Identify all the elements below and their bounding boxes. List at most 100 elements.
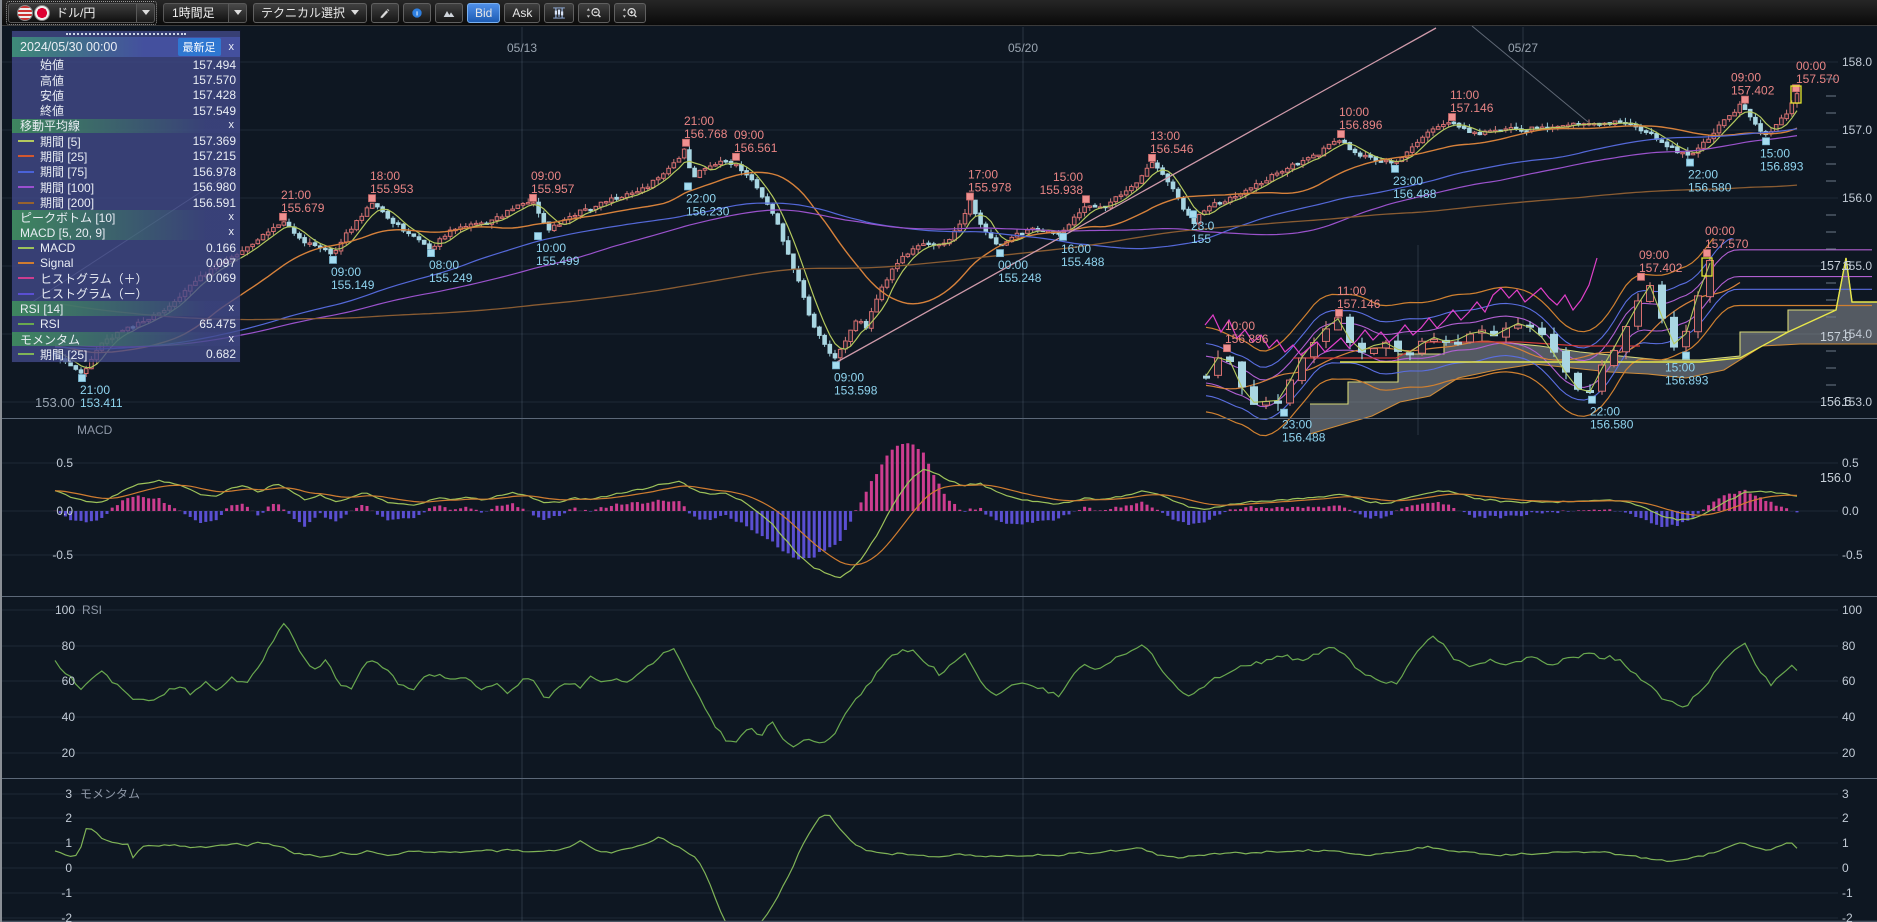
zoom-out-icon [586,5,602,21]
candle-body [797,269,801,281]
panel-row-value: 157.570 [193,73,236,87]
annotation-time: 15:00 [1053,170,1083,184]
annotation-time: 22:00 [686,191,716,205]
inset-candle-body [1431,339,1438,341]
candle-body [1145,168,1149,176]
annotation-price: 156.580 [1688,181,1732,195]
series-color-swatch [18,94,34,96]
panel-row: 終値157.549 [12,103,240,118]
candle-body [1078,213,1082,218]
candle-body [1130,187,1134,191]
candle-body [1431,129,1435,132]
candle-body [1421,137,1425,142]
candle-body [875,299,879,312]
candle-body [506,210,510,216]
symbol-select[interactable]: ドル/円 [6,1,157,25]
candle-body [329,249,333,254]
inset-candle-body [1455,342,1462,344]
zoom-in-button[interactable] [614,3,646,23]
candle-body [552,225,556,230]
annotation-time: 00:00 [1705,224,1735,238]
series-color-swatch [18,277,34,279]
candle-body [1785,114,1789,119]
bottom-marker [1392,165,1399,172]
svg-text:i: i [416,10,418,17]
timeframe-select[interactable]: 1時間足 [161,1,249,25]
candle-body [792,254,796,268]
annotation-price: 156.893 [1760,159,1804,173]
draw-tool-button[interactable] [371,3,399,23]
momentum-tick-label-left: 0 [65,861,72,875]
candle-body [256,240,260,244]
annotation-time: 13:00 [1150,129,1180,143]
candle-body [391,218,395,223]
candle-style-button[interactable] [544,3,574,23]
bid-button[interactable]: Bid [467,3,500,23]
panel-row-value: 157.494 [193,58,236,72]
info-button[interactable]: i [403,3,431,23]
candle-body [1717,125,1721,133]
annotation-price: 157.402 [1639,261,1683,275]
close-icon[interactable]: x [227,334,237,345]
annotation-time: 16:00 [1061,242,1091,256]
inset-price-axis-label: 157.5 [1820,259,1851,273]
annotation-time: 08:00 [429,258,459,272]
candle-body [355,221,359,230]
close-icon[interactable]: x [227,303,237,314]
candle-body [646,187,650,188]
candle-body [1639,126,1643,131]
candle-body [828,344,832,353]
annotation-time: 17:00 [968,167,998,181]
panel-section-header: モメンタムx [12,332,240,347]
candle-body [1353,149,1357,152]
ask-button[interactable]: Ask [504,3,540,23]
panel-row: ヒストグラム（ー） [12,286,240,301]
annotation-price: 155.488 [1061,255,1105,269]
rsi-pane-title: RSI [82,603,102,617]
candle-body [1535,127,1539,128]
bottom-marker [1281,409,1288,416]
timeframe-dropdown-arrow[interactable] [229,3,247,23]
close-icon[interactable]: x [227,212,237,223]
series-color-swatch [18,202,34,204]
area-chart-button[interactable] [435,3,463,23]
panel-row-value: 0.097 [206,256,236,270]
momentum-tick-label-left: -2 [61,911,72,922]
candle-body [802,281,806,298]
close-icon[interactable]: x [227,42,237,53]
candle-body [1072,217,1076,225]
candle-body [880,287,884,300]
bottom-marker [330,256,337,263]
annotation-time: 15:00 [1665,361,1695,375]
rsi-tick-label-left: 40 [62,710,76,724]
candle-body [823,335,827,344]
chart-canvas[interactable]: 21:00155.67918:00155.95309:00155.95721:0… [0,0,1877,922]
annotation-time: 10:00 [1225,319,1255,333]
close-icon[interactable]: x [227,120,237,131]
inset-price-axis-label: 156.0 [1820,471,1851,485]
inset-candle-body [1287,380,1294,403]
panel-row: MACD0.166 [12,240,240,255]
candle-body [1748,109,1752,116]
candle-body [261,234,265,239]
candle-body [1452,122,1456,124]
panel-section-header: 移動平均線x [12,119,240,134]
candle-body [610,198,614,202]
indicator-data-panel[interactable]: 2024/05/30 00:00 最新足 x 始値157.494高値157.57… [12,31,240,362]
close-icon[interactable]: x [227,227,237,238]
series-color-swatch [18,186,34,188]
candle-body [734,164,738,165]
candle-body [324,248,328,249]
technical-select-button[interactable]: テクニカル選択 [253,3,367,23]
symbol-dropdown-arrow[interactable] [137,3,155,23]
candle-body [1182,198,1186,209]
zoom-out-button[interactable] [578,3,610,23]
annotation-price: 155.679 [281,201,325,215]
annotation-price: 156.488 [1393,187,1437,201]
bottom-marker [1763,138,1770,145]
candle-body [1364,155,1368,156]
candle-body [1436,127,1440,130]
panel-row: 期間 [200]156.591 [12,195,240,210]
candle-body [240,251,244,255]
candle-body [303,238,307,243]
